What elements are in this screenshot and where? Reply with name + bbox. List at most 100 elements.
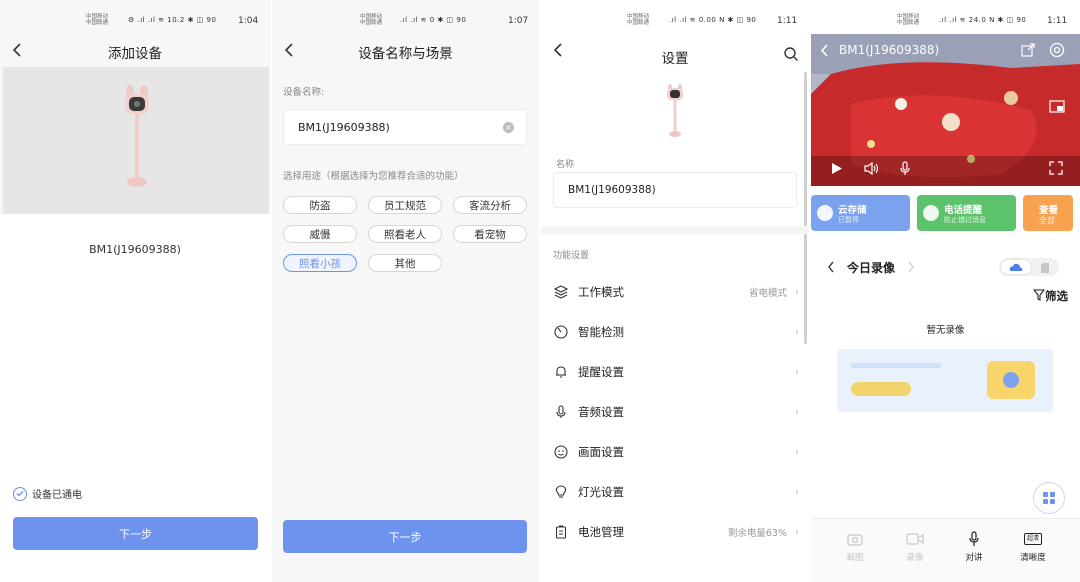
settings-row-label: 工作模式 xyxy=(578,285,624,299)
device-name-input[interactable]: BM1(J19609388) × xyxy=(283,109,527,145)
mic-icon xyxy=(949,531,999,547)
navbar: 设备名称与场景 xyxy=(272,36,539,66)
view-all-card[interactable]: 查看 全部 xyxy=(1023,195,1073,231)
screenshot-tool[interactable]: 截图 xyxy=(830,531,880,563)
tool-label: 截图 xyxy=(846,553,864,563)
settings-row-smart-detect[interactable]: 智能检测 › xyxy=(541,312,809,352)
back-icon[interactable] xyxy=(820,44,829,60)
prev-day-icon[interactable] xyxy=(827,261,835,276)
chip-other[interactable]: 其他 xyxy=(368,254,442,272)
grid-menu-button[interactable] xyxy=(1033,482,1065,514)
play-icon[interactable] xyxy=(831,162,843,178)
settings-row-battery[interactable]: 电池管理 剩余电量63% › xyxy=(541,512,809,552)
chip-traffic-analysis[interactable]: 客流分析 xyxy=(453,196,527,214)
navbar: 添加设备 xyxy=(0,36,270,66)
settings-row-label: 提醒设置 xyxy=(578,365,624,379)
quality-tool[interactable]: 超清 清晰度 xyxy=(1008,531,1058,563)
promo-banner[interactable] xyxy=(837,349,1053,412)
bottom-toolbar: 截图 录像 对讲 超清 清晰度 xyxy=(811,518,1080,582)
powered-label: 设备已通电 xyxy=(32,490,82,501)
mic-icon xyxy=(553,404,569,420)
card-title: 查看 xyxy=(1039,205,1059,216)
share-icon[interactable] xyxy=(1021,43,1035,60)
settings-row-label: 电池管理 xyxy=(578,525,624,539)
screen-divider xyxy=(809,0,811,582)
settings-row-value: 省电模式 xyxy=(748,288,787,299)
chevron-right-icon: › xyxy=(795,326,799,338)
cloud-storage-card[interactable]: 云存储 已暂停 xyxy=(811,195,910,231)
chip-anti-theft[interactable]: 防盗 xyxy=(283,196,357,214)
next-button[interactable]: 下一步 xyxy=(283,520,527,553)
camera-icon xyxy=(830,531,880,547)
tool-label: 对讲 xyxy=(965,553,983,563)
fullscreen-icon[interactable] xyxy=(1049,161,1063,178)
chevron-right-icon: › xyxy=(795,366,799,378)
tool-label: 录像 xyxy=(906,553,924,563)
layers-icon xyxy=(553,284,569,300)
chevron-right-icon: › xyxy=(795,526,799,538)
status-time: 1:04 xyxy=(238,16,259,26)
chip-staff-standards[interactable]: 员工规范 xyxy=(368,196,442,214)
status-carrier: 中国移动 中国联通 xyxy=(360,14,383,26)
chip-deterrence[interactable]: 威慑 xyxy=(283,225,357,243)
settings-icon[interactable] xyxy=(1049,42,1065,61)
next-day-icon[interactable] xyxy=(907,261,915,276)
page-title: 添加设备 xyxy=(108,46,162,62)
detect-icon xyxy=(553,324,569,340)
navbar: 设置 xyxy=(541,36,809,67)
name-field[interactable]: BM1(J19609388) xyxy=(553,172,797,208)
settings-row-audio[interactable]: 音频设置 › xyxy=(541,392,809,432)
status-icons: .ıl .ıl ≋ 0 ✱ ◫ 90 xyxy=(400,16,467,24)
filter-label: 筛选 xyxy=(1045,289,1068,303)
sd-card-icon[interactable] xyxy=(1041,262,1049,276)
chip-elderly-care[interactable]: 照看老人 xyxy=(368,225,442,243)
device-name: BM1(J19609388) xyxy=(89,243,181,256)
chip-child-care[interactable]: 照看小孩 xyxy=(283,254,357,272)
talk-tool[interactable]: 对讲 xyxy=(949,531,999,563)
filter-button[interactable]: 筛选 xyxy=(1032,288,1068,304)
chevron-right-icon: › xyxy=(795,406,799,418)
video-title: BM1(J19609388) xyxy=(839,43,940,57)
status-time: 1:11 xyxy=(1047,16,1068,26)
chevron-right-icon: › xyxy=(795,286,799,298)
phone-alert-card[interactable]: 电话提醒 防止错过消息 xyxy=(917,195,1016,231)
next-button[interactable]: 下一步 xyxy=(13,517,258,550)
settings-row-light[interactable]: 灯光设置 › xyxy=(541,472,809,512)
recording-date-label: 今日录像 xyxy=(847,261,896,275)
storage-toggle[interactable] xyxy=(999,258,1059,276)
record-tool[interactable]: 录像 xyxy=(890,531,940,563)
card-subtitle: 防止错过消息 xyxy=(944,216,986,224)
usage-label: 选择用途（根据选择为您推荐合适的功能） xyxy=(283,171,464,182)
screen-device-name-scene: 中国移动 中国联通 .ıl .ıl ≋ 0 ✱ ◫ 90 1:07 设备名称与场… xyxy=(272,0,539,582)
chip-pet-watch[interactable]: 看宠物 xyxy=(453,225,527,243)
video-icon xyxy=(890,531,940,547)
powered-checkbox[interactable]: 设备已通电 xyxy=(13,486,82,501)
volume-icon[interactable] xyxy=(864,161,880,178)
battery-icon xyxy=(553,524,569,540)
tool-label: 清晰度 xyxy=(1020,553,1046,563)
page-title: 设备名称与场景 xyxy=(358,46,453,62)
settings-row-work-mode[interactable]: 工作模式 省电模式 › xyxy=(541,272,809,312)
cloud-icon[interactable] xyxy=(1001,260,1031,274)
pip-icon[interactable] xyxy=(1049,100,1065,116)
settings-row-label: 画面设置 xyxy=(578,445,624,459)
status-bar: 中国移动 中国联通 .ıl .ıl ≋ 0.00 N ✱ ◫ 90 1:11 xyxy=(541,8,809,34)
card-subtitle: 全部 xyxy=(1039,216,1055,225)
page-title: 设置 xyxy=(661,51,689,67)
status-icons: .ıl .ıl ≋ 24.0 N ✱ ◫ 90 xyxy=(939,16,1027,24)
status-icons: .ıl .ıl ≋ 0.00 N ✱ ◫ 90 xyxy=(669,16,757,24)
phone-icon xyxy=(923,205,939,221)
settings-row-picture[interactable]: 画面设置 › xyxy=(541,432,809,472)
settings-row-reminder[interactable]: 提醒设置 › xyxy=(541,352,809,392)
live-video[interactable]: BM1(J19609388) xyxy=(811,34,1080,186)
clear-icon[interactable]: × xyxy=(503,122,514,133)
chevron-right-icon: › xyxy=(795,486,799,498)
face-icon xyxy=(553,444,569,460)
mic-icon[interactable] xyxy=(899,161,911,179)
name-label: 名称 xyxy=(556,160,575,170)
status-time: 1:07 xyxy=(508,16,529,26)
search-icon[interactable] xyxy=(783,46,799,65)
screen-divider xyxy=(539,0,541,582)
filter-icon xyxy=(1032,288,1046,304)
quality-icon: 超清 xyxy=(1008,531,1058,547)
